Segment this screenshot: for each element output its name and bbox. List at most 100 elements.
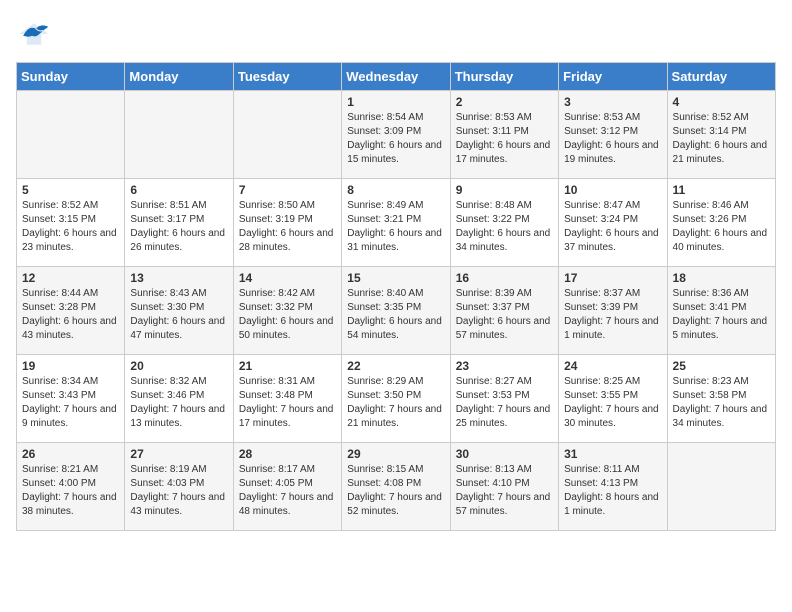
day-number: 22	[347, 359, 444, 373]
day-content: Sunrise: 8:52 AM Sunset: 3:14 PM Dayligh…	[673, 111, 770, 167]
weekday-header: Sunday	[17, 63, 125, 91]
day-content: Sunrise: 8:47 AM Sunset: 3:24 PM Dayligh…	[564, 199, 661, 255]
day-content: Sunrise: 8:19 AM Sunset: 4:03 PM Dayligh…	[130, 463, 227, 519]
day-content: Sunrise: 8:15 AM Sunset: 4:08 PM Dayligh…	[347, 463, 444, 519]
day-content: Sunrise: 8:53 AM Sunset: 3:12 PM Dayligh…	[564, 111, 661, 167]
day-number: 18	[673, 271, 770, 285]
calendar-cell: 6 Sunrise: 8:51 AM Sunset: 3:17 PM Daylig…	[125, 179, 233, 267]
day-number: 3	[564, 95, 661, 109]
day-number: 11	[673, 183, 770, 197]
day-content: Sunrise: 8:29 AM Sunset: 3:50 PM Dayligh…	[347, 375, 444, 431]
weekday-header: Monday	[125, 63, 233, 91]
calendar-cell: 11 Sunrise: 8:46 AM Sunset: 3:26 PM Dayli…	[667, 179, 775, 267]
calendar-week-row: 5 Sunrise: 8:52 AM Sunset: 3:15 PM Daylig…	[17, 179, 776, 267]
day-content: Sunrise: 8:34 AM Sunset: 3:43 PM Dayligh…	[22, 375, 119, 431]
weekday-header: Friday	[559, 63, 667, 91]
day-content: Sunrise: 8:49 AM Sunset: 3:21 PM Dayligh…	[347, 199, 444, 255]
day-number: 30	[456, 447, 553, 461]
calendar-cell: 21Sunrise: 8:31 AM Sunset: 3:48 PM Dayli…	[233, 355, 341, 443]
day-content: Sunrise: 8:44 AM Sunset: 3:28 PM Dayligh…	[22, 287, 119, 343]
logo	[16, 16, 56, 52]
day-number: 14	[239, 271, 336, 285]
day-content: Sunrise: 8:43 AM Sunset: 3:30 PM Dayligh…	[130, 287, 227, 343]
calendar-week-row: 26Sunrise: 8:21 AM Sunset: 4:00 PM Dayli…	[17, 443, 776, 531]
weekday-header: Thursday	[450, 63, 558, 91]
day-number: 15	[347, 271, 444, 285]
calendar-cell: 25 Sunrise: 8:23 AM Sunset: 3:58 PM Dayli…	[667, 355, 775, 443]
day-content: Sunrise: 8:48 AM Sunset: 3:22 PM Dayligh…	[456, 199, 553, 255]
calendar-cell: 30 Sunrise: 8:13 AM Sunset: 4:10 PM Dayli…	[450, 443, 558, 531]
day-content: Sunrise: 8:37 AM Sunset: 3:39 PM Dayligh…	[564, 287, 661, 343]
calendar-cell: 24Sunrise: 8:25 AM Sunset: 3:55 PM Dayli…	[559, 355, 667, 443]
calendar-cell	[233, 91, 341, 179]
day-content: Sunrise: 8:36 AM Sunset: 3:41 PM Dayligh…	[673, 287, 770, 343]
day-number: 4	[673, 95, 770, 109]
calendar-cell: 15 Sunrise: 8:40 AM Sunset: 3:35 PM Dayli…	[342, 267, 450, 355]
day-number: 13	[130, 271, 227, 285]
day-number: 1	[347, 95, 444, 109]
calendar-cell: 5 Sunrise: 8:52 AM Sunset: 3:15 PM Daylig…	[17, 179, 125, 267]
calendar-cell: 2 Sunrise: 8:53 AM Sunset: 3:11 PM Daylig…	[450, 91, 558, 179]
day-number: 9	[456, 183, 553, 197]
day-content: Sunrise: 8:32 AM Sunset: 3:46 PM Dayligh…	[130, 375, 227, 431]
calendar-cell	[125, 91, 233, 179]
weekday-header: Saturday	[667, 63, 775, 91]
calendar-cell: 26Sunrise: 8:21 AM Sunset: 4:00 PM Dayli…	[17, 443, 125, 531]
day-number: 6	[130, 183, 227, 197]
day-number: 16	[456, 271, 553, 285]
day-content: Sunrise: 8:50 AM Sunset: 3:19 PM Dayligh…	[239, 199, 336, 255]
calendar-cell: 13 Sunrise: 8:43 AM Sunset: 3:30 PM Dayli…	[125, 267, 233, 355]
day-content: Sunrise: 8:52 AM Sunset: 3:15 PM Dayligh…	[22, 199, 119, 255]
day-number: 29	[347, 447, 444, 461]
day-number: 21	[239, 359, 336, 373]
day-number: 12	[22, 271, 119, 285]
calendar-cell: 9 Sunrise: 8:48 AM Sunset: 3:22 PM Daylig…	[450, 179, 558, 267]
day-content: Sunrise: 8:40 AM Sunset: 3:35 PM Dayligh…	[347, 287, 444, 343]
calendar-cell: 31 Sunrise: 8:11 AM Sunset: 4:13 PM Dayli…	[559, 443, 667, 531]
calendar-cell	[667, 443, 775, 531]
calendar-cell: 27 Sunrise: 8:19 AM Sunset: 4:03 PM Dayli…	[125, 443, 233, 531]
day-content: Sunrise: 8:23 AM Sunset: 3:58 PM Dayligh…	[673, 375, 770, 431]
day-number: 23	[456, 359, 553, 373]
day-number: 10	[564, 183, 661, 197]
calendar-cell: 12 Sunrise: 8:44 AM Sunset: 3:28 PM Dayli…	[17, 267, 125, 355]
day-number: 28	[239, 447, 336, 461]
day-content: Sunrise: 8:46 AM Sunset: 3:26 PM Dayligh…	[673, 199, 770, 255]
calendar-cell: 8Sunrise: 8:49 AM Sunset: 3:21 PM Daylig…	[342, 179, 450, 267]
day-content: Sunrise: 8:39 AM Sunset: 3:37 PM Dayligh…	[456, 287, 553, 343]
day-content: Sunrise: 8:21 AM Sunset: 4:00 PM Dayligh…	[22, 463, 119, 519]
calendar-cell	[17, 91, 125, 179]
day-content: Sunrise: 8:25 AM Sunset: 3:55 PM Dayligh…	[564, 375, 661, 431]
day-content: Sunrise: 8:13 AM Sunset: 4:10 PM Dayligh…	[456, 463, 553, 519]
calendar-cell: 3 Sunrise: 8:53 AM Sunset: 3:12 PM Daylig…	[559, 91, 667, 179]
day-number: 5	[22, 183, 119, 197]
calendar-cell: 20Sunrise: 8:32 AM Sunset: 3:46 PM Dayli…	[125, 355, 233, 443]
calendar-cell: 1Sunrise: 8:54 AM Sunset: 3:09 PM Daylig…	[342, 91, 450, 179]
day-number: 2	[456, 95, 553, 109]
calendar-cell: 10 Sunrise: 8:47 AM Sunset: 3:24 PM Dayli…	[559, 179, 667, 267]
calendar-cell: 14 Sunrise: 8:42 AM Sunset: 3:32 PM Dayli…	[233, 267, 341, 355]
day-number: 25	[673, 359, 770, 373]
weekday-header: Tuesday	[233, 63, 341, 91]
day-number: 27	[130, 447, 227, 461]
day-content: Sunrise: 8:11 AM Sunset: 4:13 PM Dayligh…	[564, 463, 661, 519]
day-number: 31	[564, 447, 661, 461]
logo-icon	[16, 16, 52, 52]
calendar-week-row: 19 Sunrise: 8:34 AM Sunset: 3:43 PM Dayli…	[17, 355, 776, 443]
calendar-table: SundayMondayTuesdayWednesdayThursdayFrid…	[16, 62, 776, 531]
day-number: 7	[239, 183, 336, 197]
calendar-week-row: 1Sunrise: 8:54 AM Sunset: 3:09 PM Daylig…	[17, 91, 776, 179]
day-content: Sunrise: 8:51 AM Sunset: 3:17 PM Dayligh…	[130, 199, 227, 255]
calendar-cell: 18 Sunrise: 8:36 AM Sunset: 3:41 PM Dayli…	[667, 267, 775, 355]
day-content: Sunrise: 8:53 AM Sunset: 3:11 PM Dayligh…	[456, 111, 553, 167]
calendar-cell: 17Sunrise: 8:37 AM Sunset: 3:39 PM Dayli…	[559, 267, 667, 355]
calendar-cell: 29 Sunrise: 8:15 AM Sunset: 4:08 PM Dayli…	[342, 443, 450, 531]
calendar-week-row: 12 Sunrise: 8:44 AM Sunset: 3:28 PM Dayli…	[17, 267, 776, 355]
calendar-cell: 4 Sunrise: 8:52 AM Sunset: 3:14 PM Daylig…	[667, 91, 775, 179]
calendar-cell: 16 Sunrise: 8:39 AM Sunset: 3:37 PM Dayli…	[450, 267, 558, 355]
calendar-cell: 7 Sunrise: 8:50 AM Sunset: 3:19 PM Daylig…	[233, 179, 341, 267]
weekday-header: Wednesday	[342, 63, 450, 91]
day-number: 19	[22, 359, 119, 373]
calendar-header-row: SundayMondayTuesdayWednesdayThursdayFrid…	[17, 63, 776, 91]
day-content: Sunrise: 8:42 AM Sunset: 3:32 PM Dayligh…	[239, 287, 336, 343]
